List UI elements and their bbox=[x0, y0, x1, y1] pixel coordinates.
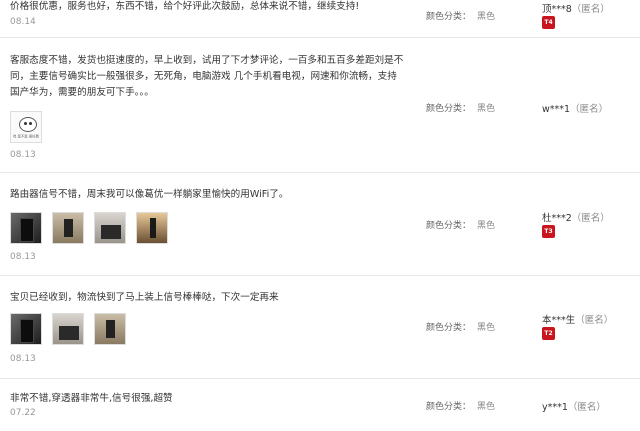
review-date: 07.22 bbox=[10, 408, 36, 418]
anonymous-label: （匿名） bbox=[570, 104, 609, 115]
review-text: 宝贝已经收到，物流快到了马上装上信号棒棒哒，下次一定再来 bbox=[10, 292, 279, 303]
reviewer-name[interactable]: 杜***2 bbox=[542, 213, 572, 224]
review-item: 客服态度不错，发货也挺速度的，早上收到，试用了下才梦评论，一百多和五百多差距刘是… bbox=[0, 38, 640, 173]
review-date: 08.14 bbox=[10, 17, 36, 27]
review-item: 宝贝已经收到，物流快到了马上装上信号棒棒哒，下次一定再来 08.13 颜色分类：… bbox=[0, 276, 640, 379]
reviewer-name[interactable]: 本***生 bbox=[542, 315, 575, 326]
sku-label: 颜色分类： bbox=[426, 402, 472, 412]
review-photo[interactable] bbox=[94, 313, 126, 345]
reviewer-name[interactable]: y***1 bbox=[542, 402, 568, 413]
review-item: 价格很优惠，服务也好，东西不错，给个好评此次鼓励，总体来说不错，继续支持! 08… bbox=[0, 0, 640, 38]
review-text: 路由器信号不错，周末我可以像葛优一样躺家里愉快的用WiFi了。 bbox=[10, 189, 289, 200]
review-item: 非常不错,穿透器非常牛,信号很强,超赞 07.22 颜色分类： 黑色 y***1（… bbox=[0, 379, 640, 431]
review-date: 08.13 bbox=[10, 150, 36, 160]
sku-label: 颜色分类： bbox=[426, 104, 472, 114]
anonymous-label: （匿名） bbox=[567, 402, 606, 413]
sku-label: 颜色分类： bbox=[426, 323, 472, 333]
review-date: 08.13 bbox=[10, 252, 36, 262]
sku-value: 黑色 bbox=[477, 323, 496, 333]
review-list: 价格很优惠，服务也好，东西不错，给个好评此次鼓励，总体来说不错，继续支持! 08… bbox=[0, 0, 640, 431]
sku-label: 颜色分类： bbox=[426, 12, 472, 22]
review-text: 客服态度不错，发货也挺速度的，早上收到，试用了下才梦评论，一百多和五百多差距刘是… bbox=[10, 55, 404, 98]
anonymous-label: （匿名） bbox=[571, 4, 610, 15]
sku-value: 黑色 bbox=[477, 221, 496, 231]
reviewer: 顶***8（匿名） bbox=[542, 1, 610, 15]
review-photos bbox=[10, 212, 168, 244]
sku-info: 颜色分类： 黑色 bbox=[426, 320, 495, 333]
reviewer: w***1（匿名） bbox=[542, 101, 608, 115]
review-text: 价格很优惠，服务也好，东西不错，给个好评此次鼓励，总体来说不错，继续支持! bbox=[10, 1, 360, 12]
review-item: 路由器信号不错，周末我可以像葛优一样躺家里愉快的用WiFi了。 08.13 颜色… bbox=[0, 173, 640, 276]
reviewer: 杜***2（匿名） bbox=[542, 210, 610, 224]
reviewer-name[interactable]: w***1 bbox=[542, 104, 570, 115]
sku-value: 黑色 bbox=[477, 12, 496, 22]
level-badge-icon: T3 bbox=[542, 225, 555, 238]
reviewer-name[interactable]: 顶***8 bbox=[542, 4, 572, 15]
sku-value: 黑色 bbox=[477, 104, 496, 114]
review-photo[interactable] bbox=[136, 212, 168, 244]
review-photos: 哇 是不是 很好看 bbox=[10, 111, 42, 143]
anonymous-label: （匿名） bbox=[571, 213, 610, 224]
review-photo[interactable] bbox=[10, 212, 42, 244]
sku-label: 颜色分类： bbox=[426, 221, 472, 231]
reviewer: 本***生（匿名） bbox=[542, 312, 613, 326]
sku-value: 黑色 bbox=[477, 402, 496, 412]
reviewer: y***1（匿名） bbox=[542, 399, 606, 413]
review-photo[interactable] bbox=[52, 313, 84, 345]
review-photo[interactable] bbox=[52, 212, 84, 244]
level-badge-icon: T2 bbox=[542, 327, 555, 340]
review-text: 非常不错,穿透器非常牛,信号很强,超赞 bbox=[10, 393, 173, 404]
sku-info: 颜色分类： 黑色 bbox=[426, 101, 495, 114]
sku-info: 颜色分类： 黑色 bbox=[426, 399, 495, 412]
anonymous-label: （匿名） bbox=[575, 315, 614, 326]
review-photo[interactable] bbox=[94, 212, 126, 244]
sku-info: 颜色分类： 黑色 bbox=[426, 218, 495, 231]
review-date: 08.13 bbox=[10, 354, 36, 364]
photo-caption: 哇 是不是 很好看 bbox=[13, 134, 39, 139]
review-photos bbox=[10, 313, 126, 345]
review-photo[interactable] bbox=[10, 313, 42, 345]
review-photo[interactable]: 哇 是不是 很好看 bbox=[10, 111, 42, 143]
level-badge-icon: T4 bbox=[542, 16, 555, 29]
sku-info: 颜色分类： 黑色 bbox=[426, 9, 495, 22]
